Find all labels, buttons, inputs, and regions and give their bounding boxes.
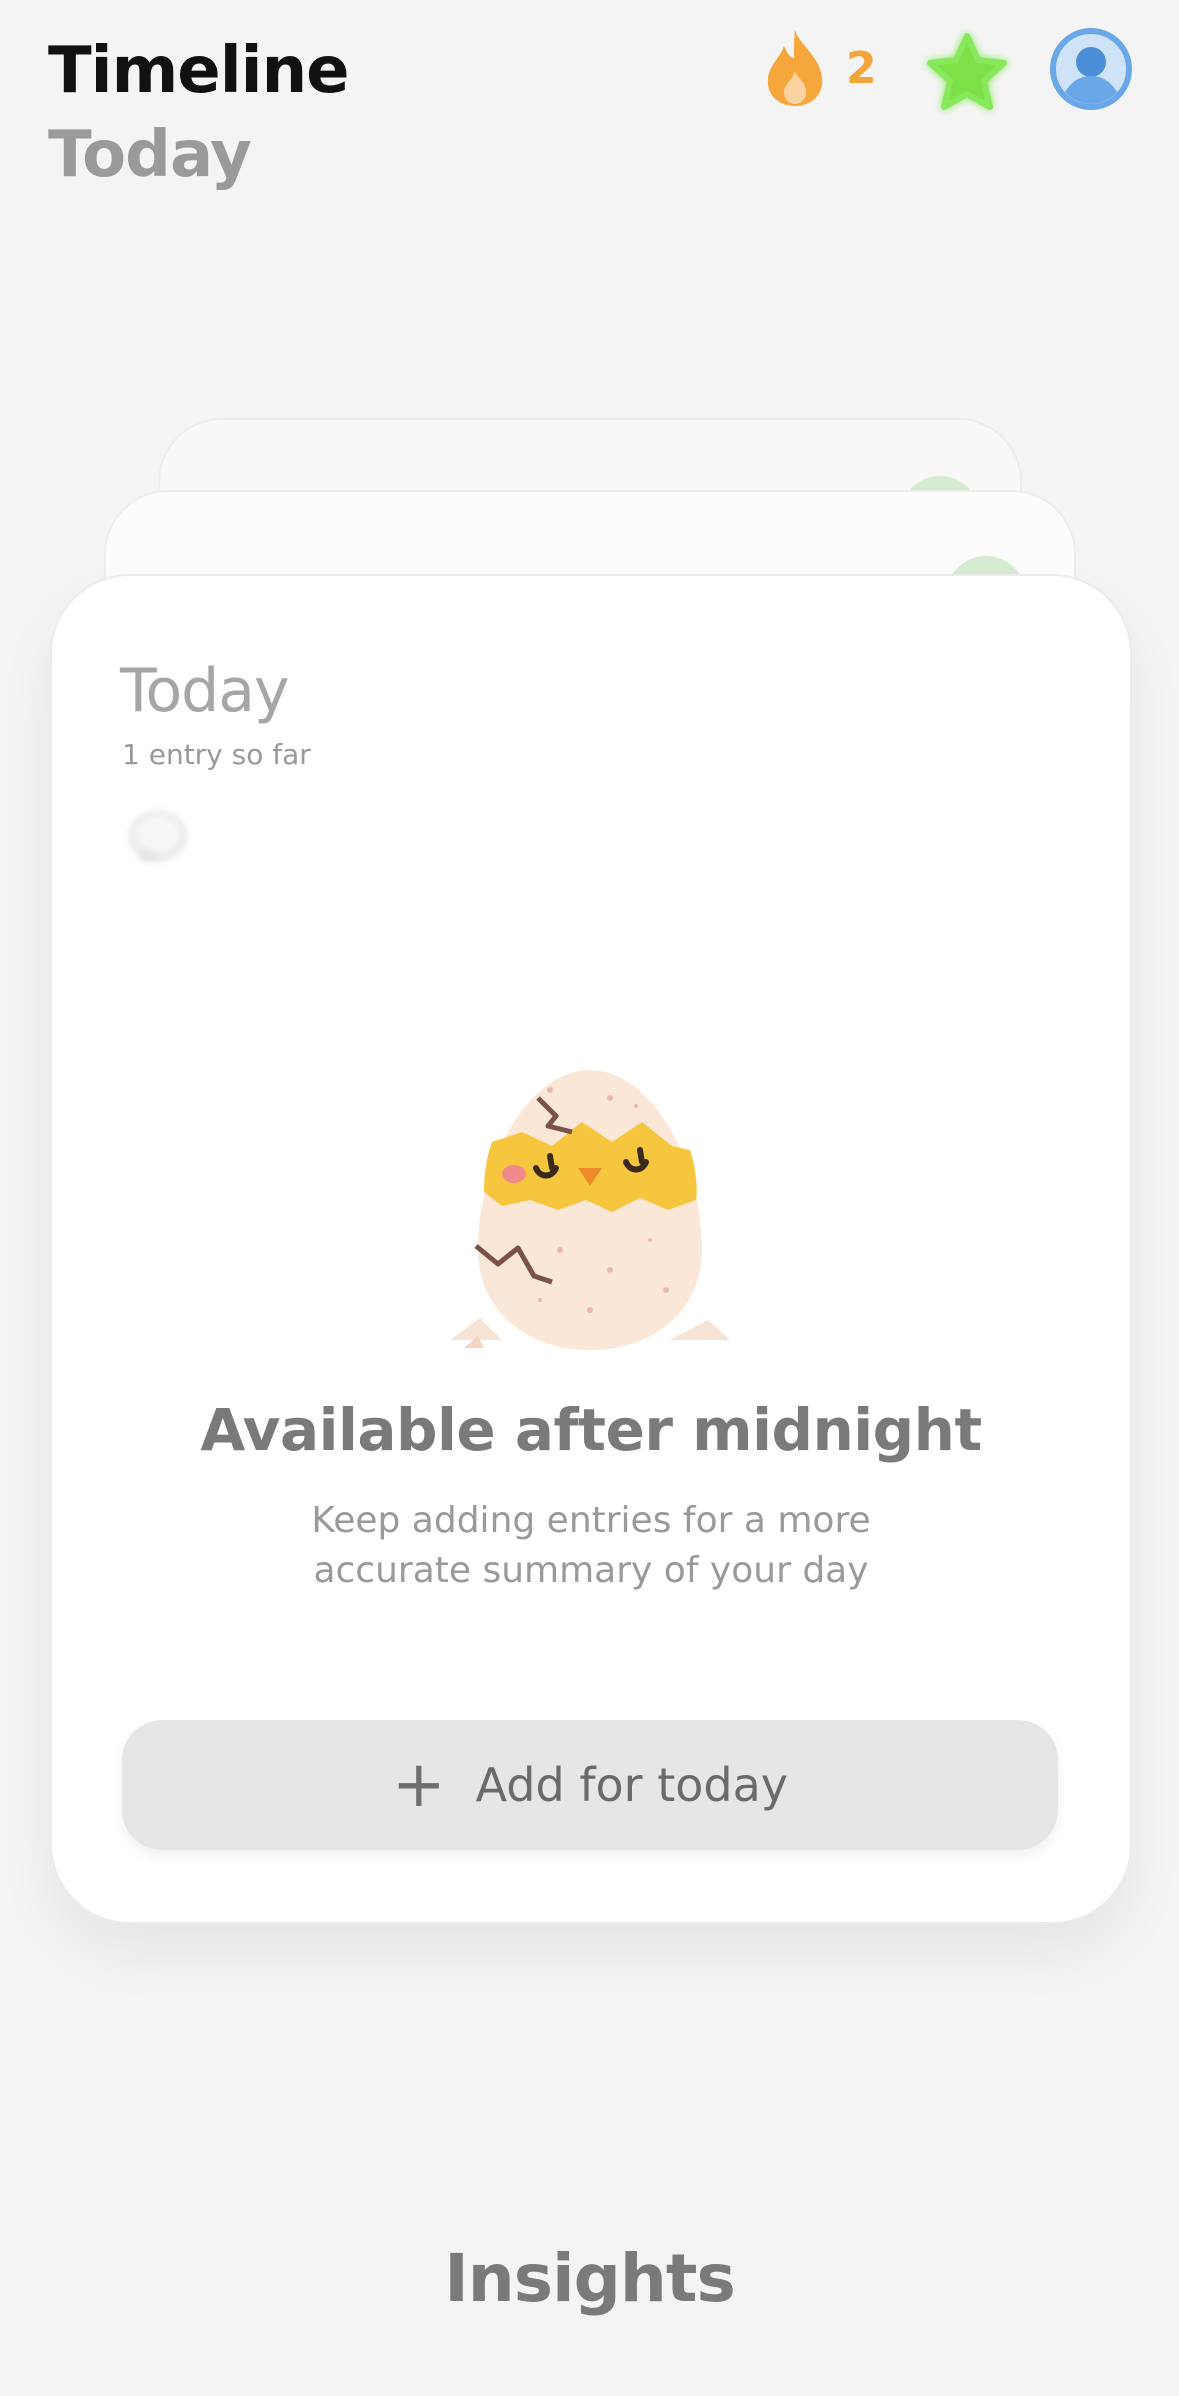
header: Timeline Today 2 xyxy=(0,0,1179,220)
star-icon xyxy=(927,33,1007,110)
card-date: Today xyxy=(120,656,290,726)
mood-blob-icon xyxy=(128,810,188,862)
plus-icon: + xyxy=(392,1748,446,1822)
flame-icon xyxy=(767,30,823,106)
page-title: Timeline xyxy=(48,34,350,108)
star-button[interactable] xyxy=(920,28,1014,116)
empty-state-description: Keep adding entries for a more accurate … xyxy=(311,1500,871,1591)
profile-icon xyxy=(1050,28,1132,110)
entry-count: 1 entry so far xyxy=(122,738,311,771)
empty-state-title: Available after midnight xyxy=(200,1396,982,1464)
profile-button[interactable] xyxy=(1048,26,1134,112)
streak-counter[interactable]: 2 xyxy=(760,28,877,108)
insights-section-label[interactable]: Insights xyxy=(0,2240,1179,2317)
add-for-today-button[interactable]: + Add for today xyxy=(122,1720,1058,1850)
hatching-chick-illustration xyxy=(450,1070,730,1350)
page-subtitle[interactable]: Today xyxy=(48,118,252,192)
streak-count: 2 xyxy=(846,42,877,94)
today-card[interactable]: Today 1 entry so far Available after mid… xyxy=(50,574,1132,1924)
add-button-label: Add for today xyxy=(475,1758,788,1812)
